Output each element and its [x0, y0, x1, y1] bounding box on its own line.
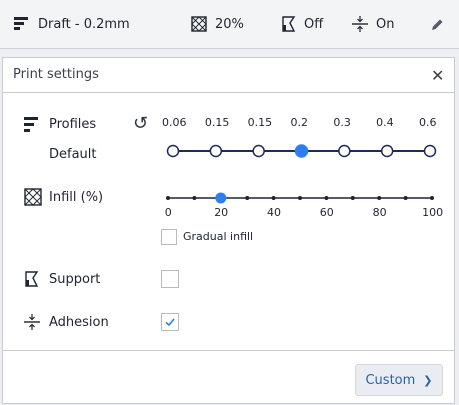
profile-stop[interactable]	[423, 144, 437, 158]
adhesion-checkbox[interactable]	[161, 313, 179, 331]
adhesion-icon	[352, 16, 368, 32]
infill-icon	[24, 188, 42, 210]
panel-header: Print settings ✕	[3, 58, 454, 93]
footer-divider	[3, 350, 454, 351]
profile-value-label: 0.3	[333, 116, 351, 129]
adhesion-value: On	[376, 16, 395, 32]
infill-indicator[interactable]: 20%	[191, 0, 244, 48]
infill-tick	[403, 196, 408, 200]
infill-slider-handle[interactable]	[215, 192, 227, 204]
infill-tick	[245, 196, 250, 200]
infill-tick	[271, 196, 276, 200]
profile-stop[interactable]	[338, 144, 351, 158]
gradual-infill-checkbox[interactable]	[161, 229, 177, 245]
profile-slider-handle[interactable]	[294, 144, 309, 158]
edit-button[interactable]	[431, 0, 444, 48]
chevron-right-icon: ❯	[423, 373, 433, 387]
adhesion-label: Adhesion	[49, 315, 109, 330]
panel-title: Print settings	[13, 67, 99, 82]
infill-tick-label: 100	[422, 206, 444, 219]
profile-values: 0.06 0.15 0.15 0.2 0.3 0.4 0.6	[153, 116, 443, 130]
infill-icon	[191, 16, 207, 32]
profile-icon	[14, 16, 30, 32]
top-toolbar: Draft - 0.2mm 20% Off On	[0, 0, 459, 49]
profile-value-label: 0.2	[290, 116, 309, 129]
checkmark-icon	[165, 318, 175, 327]
custom-button-label: Custom	[365, 372, 416, 388]
adhesion-indicator[interactable]: On	[352, 0, 394, 48]
infill-tick	[430, 196, 434, 200]
profiles-default-label: Default	[49, 147, 97, 162]
support-checkbox[interactable]	[161, 270, 179, 288]
profile-value-label: 0.06	[162, 116, 187, 129]
close-icon[interactable]: ✕	[431, 66, 444, 85]
infill-tick	[350, 196, 355, 200]
gradual-infill-label: Gradual infill	[183, 230, 254, 243]
profile-label: Draft - 0.2mm	[38, 16, 130, 32]
support-icon	[282, 16, 296, 32]
support-label: Support	[49, 272, 101, 287]
reset-icon[interactable]: ↺	[133, 113, 148, 134]
infill-tick	[377, 196, 382, 200]
infill-tick-labels: 0 20 40 60 80 100	[153, 206, 443, 220]
support-indicator[interactable]: Off	[282, 0, 323, 48]
infill-tick-label: 20	[214, 206, 229, 219]
infill-tick-label: 0	[164, 206, 172, 219]
infill-tick	[166, 196, 170, 200]
profiles-label: Profiles	[49, 117, 97, 132]
profile-selector[interactable]: Draft - 0.2mm	[14, 0, 130, 48]
infill-tick	[192, 196, 197, 200]
infill-tick-label: 80	[372, 206, 387, 219]
infill-value: 20%	[215, 16, 244, 32]
profile-value-label: 0.15	[247, 116, 273, 129]
profile-value-label: 0.15	[204, 116, 230, 129]
adhesion-icon	[24, 314, 40, 334]
infill-label: Infill (%)	[49, 190, 104, 205]
infill-tick-label: 60	[319, 206, 334, 219]
infill-tick-label: 40	[267, 206, 281, 219]
profile-stop[interactable]	[252, 144, 265, 158]
print-settings-panel: Print settings ✕ Profiles Default ↺ 0.06…	[2, 57, 455, 404]
profile-slider[interactable]	[153, 140, 443, 162]
profiles-icon	[24, 117, 40, 136]
pencil-icon	[431, 18, 444, 31]
support-icon	[25, 271, 39, 291]
infill-tick	[298, 196, 302, 200]
profile-stop[interactable]	[380, 144, 394, 158]
custom-button[interactable]: Custom ❯	[355, 364, 443, 396]
infill-tick	[324, 196, 329, 200]
profile-value-label: 0.4	[376, 116, 394, 129]
support-value: Off	[304, 16, 324, 32]
profile-stop[interactable]	[209, 144, 223, 158]
profile-value-label: 0.6	[419, 116, 437, 129]
profile-stop[interactable]	[166, 144, 180, 158]
